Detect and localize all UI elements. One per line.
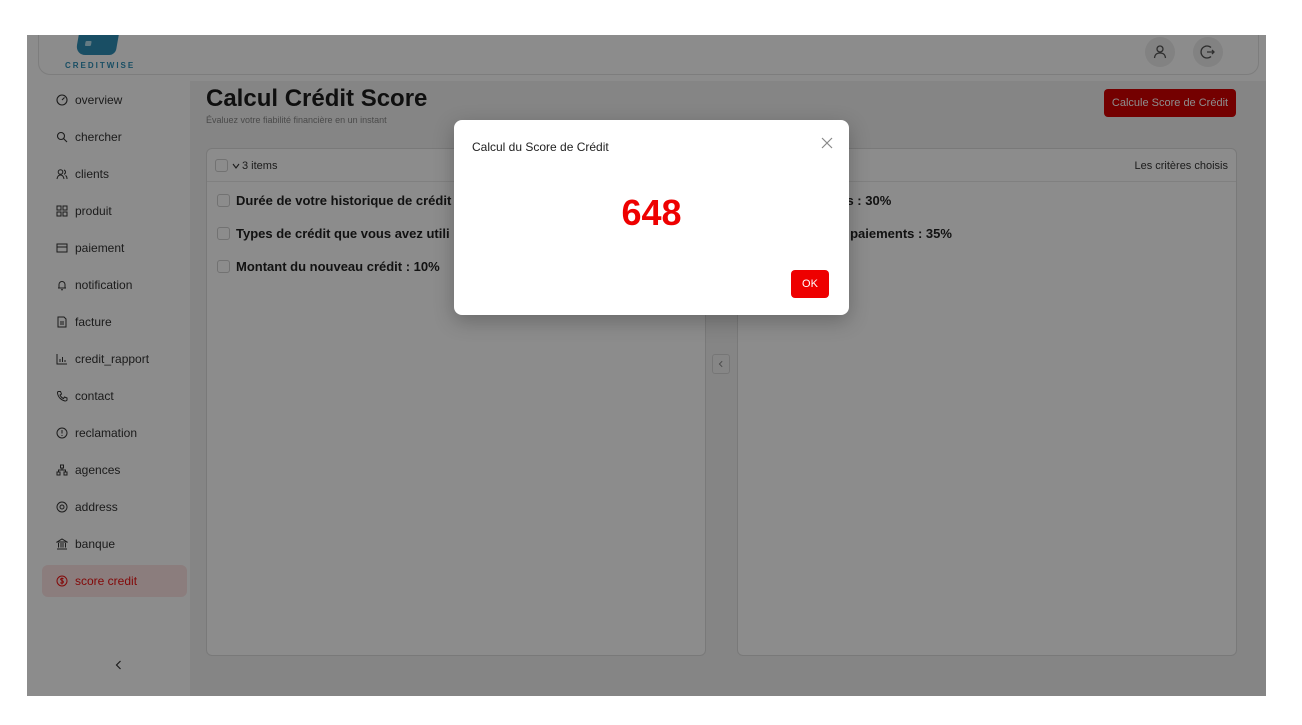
app-window: CREDITWISE overview chercher clients pro… <box>27 35 1266 696</box>
close-icon[interactable] <box>820 136 834 150</box>
modal-title: Calcul du Score de Crédit <box>472 140 609 154</box>
score-modal: Calcul du Score de Crédit 648 OK <box>454 120 849 315</box>
ok-button[interactable]: OK <box>791 270 829 298</box>
credit-score-value: 648 <box>621 192 682 233</box>
